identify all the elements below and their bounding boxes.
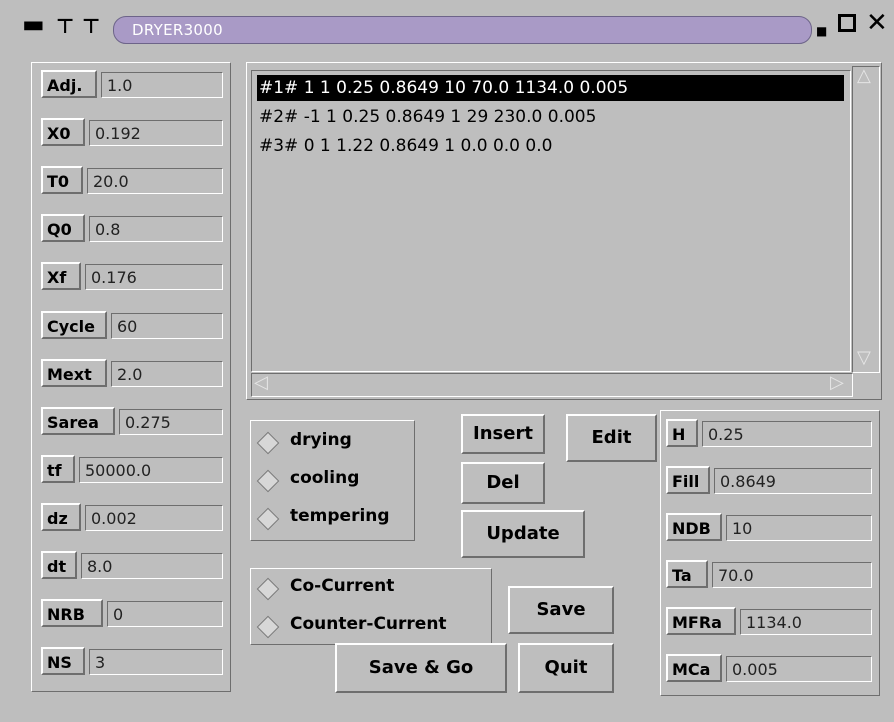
param-label: MFRa: [666, 607, 736, 635]
param-input[interactable]: 1134.0: [740, 609, 872, 635]
title-pill[interactable]: DRYER3000: [113, 16, 812, 44]
param-row-tf: tf 50000.0: [41, 453, 226, 487]
param-label: tf: [41, 454, 75, 483]
param-row-dz: dz 0.002: [41, 501, 226, 535]
entries-list[interactable]: #1# 1 1 0.25 0.8649 10 70.0 1134.0 0.005…: [251, 70, 851, 372]
radio-label: Co-Current: [290, 576, 395, 596]
param-input[interactable]: 0.192: [89, 120, 223, 147]
param-input[interactable]: 0.176: [85, 264, 223, 291]
param-input[interactable]: 60: [111, 312, 223, 339]
param-input[interactable]: 0.275: [119, 408, 223, 435]
radio-label: Counter-Current: [290, 614, 447, 634]
param-input[interactable]: 0.25: [702, 421, 872, 447]
save-button[interactable]: Save: [508, 586, 614, 634]
param-row-t0: T0 20.0: [41, 164, 226, 198]
param-label: dz: [41, 502, 81, 531]
scroll-left-icon[interactable]: ◁: [254, 372, 268, 393]
param-label: Xf: [41, 262, 81, 291]
param-input[interactable]: 0.005: [726, 656, 872, 682]
param-row-ta: Ta 70.0: [666, 558, 874, 592]
param-input[interactable]: 70.0: [712, 562, 872, 588]
param-label: Mext: [41, 358, 107, 387]
param-input[interactable]: 20.0: [87, 168, 223, 195]
list-item[interactable]: #3# 0 1 1.22 0.8649 1 0.0 0.0 0.0: [257, 133, 552, 159]
param-label: H: [666, 419, 698, 447]
del-button[interactable]: Del: [461, 462, 545, 504]
update-button[interactable]: Update: [461, 510, 585, 558]
param-label: MCa: [666, 654, 722, 682]
radio-diamond-icon[interactable]: [256, 615, 280, 639]
param-input[interactable]: 0.8: [89, 216, 223, 243]
param-row-ns: NS 3: [41, 645, 226, 679]
title-bar: ▬ ⊤ ⊤ DRYER3000 ■ ✕: [0, 0, 894, 50]
param-label: Q0: [41, 214, 85, 243]
list-item[interactable]: #1# 1 1 0.25 0.8649 10 70.0 1134.0 0.005: [257, 75, 844, 101]
app-window: ▬ ⊤ ⊤ DRYER3000 ■ ✕ Adj. 1.0 X0 0.192 T0 20.0…: [0, 0, 894, 722]
radio-label: cooling: [290, 468, 360, 488]
radio-diamond-icon[interactable]: [256, 469, 280, 493]
param-input[interactable]: 2.0: [111, 360, 223, 387]
close-icon[interactable]: ✕: [866, 10, 888, 36]
radio-cooling[interactable]: cooling: [252, 464, 372, 494]
param-label: Adj.: [41, 70, 97, 98]
maximize-icon[interactable]: [838, 14, 856, 32]
insert-button[interactable]: Insert: [461, 414, 545, 454]
radio-tempering[interactable]: tempering: [252, 502, 412, 532]
param-row-ndb: NDB 10: [666, 511, 874, 545]
param-label: NRB: [41, 599, 103, 628]
param-row-x0: X0 0.192: [41, 116, 226, 150]
param-label: Ta: [666, 560, 708, 588]
radio-label: tempering: [290, 506, 390, 526]
scroll-down-icon[interactable]: ▽: [857, 347, 871, 368]
param-row-mca: MCa 0.005: [666, 652, 874, 686]
param-row-mext: Mext 2.0: [41, 357, 226, 391]
param-label: NS: [41, 647, 85, 676]
param-label: Cycle: [41, 310, 107, 339]
horizontal-scrollbar[interactable]: ◁ ▷: [251, 372, 853, 397]
param-label: dt: [41, 551, 77, 579]
minimize-icon[interactable]: ▬: [22, 12, 45, 36]
scroll-up-icon[interactable]: △: [857, 65, 871, 86]
param-row-q0: Q0 0.8: [41, 212, 226, 246]
param-row-adj: Adj. 1.0: [41, 68, 226, 102]
radio-label: drying: [290, 430, 352, 450]
param-input[interactable]: 10: [726, 515, 872, 541]
param-row-xf: Xf 0.176: [41, 260, 226, 294]
list-item[interactable]: #2# -1 1 0.25 0.8649 1 29 230.0 0.005: [257, 104, 596, 130]
radio-diamond-icon[interactable]: [256, 507, 280, 531]
param-label: T0: [41, 166, 83, 195]
param-row-mfra: MFRa 1134.0: [666, 605, 874, 639]
param-input[interactable]: 0.002: [85, 504, 223, 531]
stick-top-icon[interactable]: ⊤: [82, 14, 100, 38]
param-row-fill: Fill 0.8649: [666, 464, 874, 498]
param-row-h: H 0.25: [666, 417, 874, 451]
radio-drying[interactable]: drying: [252, 426, 372, 456]
param-input[interactable]: 8.0: [81, 553, 223, 579]
param-input[interactable]: 3: [89, 649, 223, 676]
param-input[interactable]: 50000.0: [79, 456, 223, 483]
radio-diamond-icon[interactable]: [256, 431, 280, 455]
scroll-right-icon[interactable]: ▷: [830, 372, 844, 393]
pin-icon[interactable]: ⊤: [56, 14, 74, 38]
param-row-nrb: NRB 0: [41, 597, 226, 631]
param-input[interactable]: 0.8649: [714, 468, 872, 494]
shade-icon[interactable]: ■: [816, 19, 827, 43]
param-label: Fill: [666, 466, 710, 494]
window-title: DRYER3000: [132, 21, 223, 39]
param-row-sarea: Sarea 0.275: [41, 405, 226, 439]
radio-diamond-icon[interactable]: [256, 577, 280, 601]
param-label: Sarea: [41, 406, 115, 435]
param-label: NDB: [666, 513, 722, 541]
param-input[interactable]: 0: [107, 601, 223, 628]
param-input[interactable]: 1.0: [101, 72, 223, 98]
param-label: X0: [41, 118, 85, 147]
save-and-go-button[interactable]: Save & Go: [335, 643, 507, 693]
radio-co-current[interactable]: Co-Current: [252, 572, 432, 602]
vertical-scrollbar[interactable]: △ ▽: [852, 65, 880, 373]
edit-button[interactable]: Edit: [566, 414, 657, 462]
quit-button[interactable]: Quit: [518, 643, 614, 693]
radio-counter-current[interactable]: Counter-Current: [252, 610, 488, 640]
param-row-cycle: Cycle 60: [41, 309, 226, 343]
param-row-dt: dt 8.0: [41, 549, 226, 583]
